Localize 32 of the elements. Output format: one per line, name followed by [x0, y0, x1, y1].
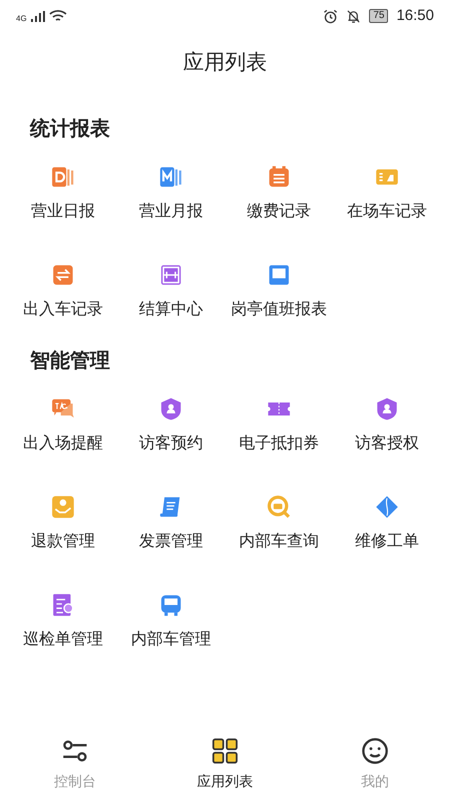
smiley-icon	[361, 736, 389, 764]
car-search-icon	[266, 494, 292, 520]
section-title: 统计报表	[28, 116, 111, 142]
app-item[interactable]: 巡检单管理	[9, 586, 117, 656]
app-item[interactable]: 维修工单	[333, 488, 441, 558]
app-item[interactable]: 结算中心	[117, 256, 225, 326]
diamond-icon	[374, 494, 400, 520]
app-item[interactable]: 出入场提醒	[9, 390, 117, 460]
battery-level: 75	[369, 9, 388, 23]
page-title: 应用列表	[183, 50, 267, 76]
app-item[interactable]: 退款管理	[9, 488, 117, 558]
alarm-icon	[323, 8, 338, 24]
app-item[interactable]: 访客预约	[117, 390, 225, 460]
app-item[interactable]: 访客授权	[333, 390, 441, 460]
app-item[interactable]: 营业日报	[9, 158, 117, 228]
app-item[interactable]: 电子抵扣券	[225, 390, 333, 460]
bell-off-icon	[346, 8, 362, 24]
app-item[interactable]: 岗亭值班报表	[225, 256, 333, 326]
app-item[interactable]: 缴费记录	[225, 158, 333, 228]
app-item[interactable]: 在场车记录	[333, 158, 441, 228]
wifi-icon	[48, 9, 67, 23]
app-item[interactable]: 内部车查询	[225, 488, 333, 558]
app-item[interactable]: 营业月报	[117, 158, 225, 228]
app-item[interactable]: 出入车记录	[9, 256, 117, 326]
grid-icon	[211, 736, 239, 764]
nav-tab[interactable]: 应用列表	[150, 732, 300, 796]
section-title: 智能管理	[28, 349, 111, 374]
signal-icon	[30, 10, 45, 22]
network-type: 4G	[16, 13, 27, 25]
clock: 16:50	[396, 6, 434, 26]
app-item[interactable]: 内部车管理	[117, 586, 225, 656]
app-item[interactable]: 发票管理	[117, 488, 225, 558]
